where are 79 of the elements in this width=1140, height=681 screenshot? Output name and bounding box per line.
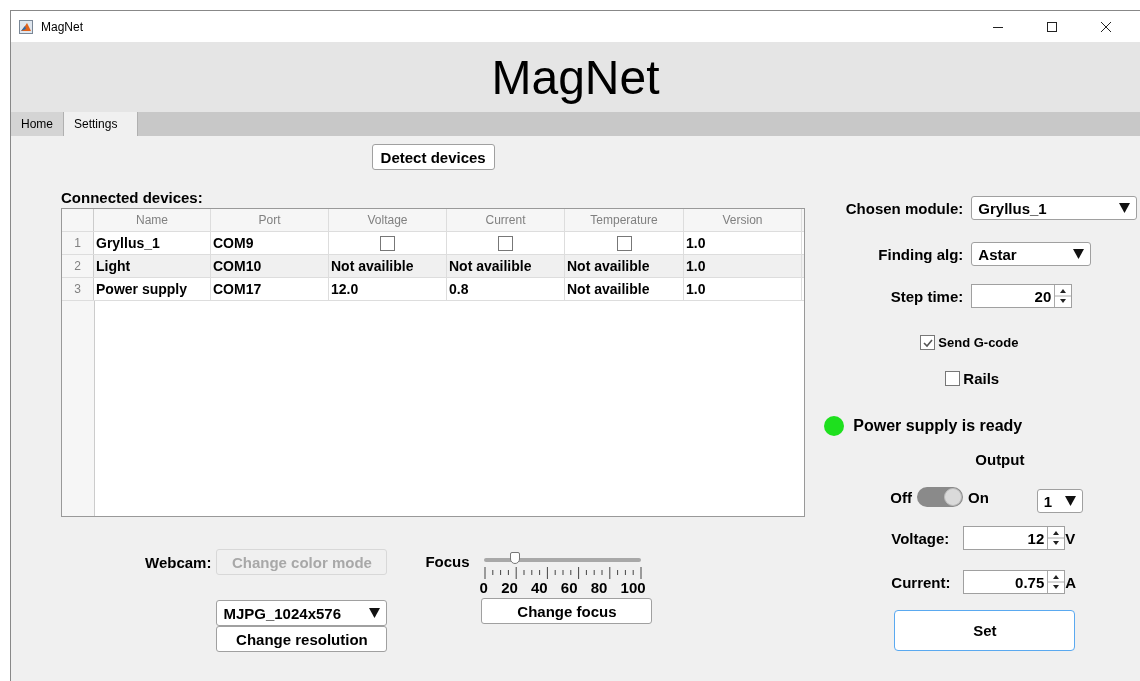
table-label: Connected devices: bbox=[61, 189, 204, 206]
channel-dropdown[interactable]: 1 bbox=[1036, 489, 1083, 513]
change-focus-button[interactable]: Change focus bbox=[481, 598, 653, 624]
spinner-arrows-icon[interactable] bbox=[1047, 527, 1065, 549]
row-number: 1 bbox=[62, 232, 94, 254]
table-cell: COM17 bbox=[211, 278, 329, 300]
tab[interactable]: Home bbox=[11, 112, 64, 136]
off-label: Off bbox=[890, 488, 912, 506]
tick-label: 20 bbox=[501, 579, 518, 596]
caret-icon bbox=[369, 608, 381, 618]
resolution-dropdown[interactable]: MJPG_1024x576 bbox=[216, 600, 388, 626]
spinner-arrows-icon[interactable] bbox=[1054, 285, 1072, 307]
caret-icon bbox=[1073, 249, 1085, 259]
table-cell: 1.0 bbox=[684, 232, 802, 254]
table-cell: Power supply bbox=[94, 278, 211, 300]
close-icon[interactable] bbox=[1100, 20, 1112, 33]
caret-icon bbox=[1064, 496, 1076, 506]
rails-label: Rails bbox=[963, 370, 1000, 387]
app-icon bbox=[19, 19, 33, 34]
tick-label: 100 bbox=[620, 579, 646, 596]
current-spinner[interactable]: 0.75 bbox=[963, 570, 1066, 594]
webcam-label: Webcam: bbox=[145, 553, 212, 571]
column-header: Voltage bbox=[329, 209, 447, 231]
send-gcode-label: Send G-code bbox=[938, 335, 1019, 350]
tab[interactable]: Settings bbox=[64, 112, 139, 136]
focus-label: Focus bbox=[425, 553, 470, 570]
column-header: Port bbox=[211, 209, 329, 231]
table-cell: Not availible bbox=[329, 255, 447, 277]
table-cell: 1.0 bbox=[684, 255, 802, 277]
column-header: Current bbox=[447, 209, 565, 231]
current-label: Current: bbox=[891, 573, 952, 591]
tick-label: 80 bbox=[590, 579, 608, 596]
finding-alg-label: Finding alg: bbox=[877, 245, 964, 263]
table-cell: Not availible bbox=[565, 278, 684, 300]
checkbox[interactable] bbox=[945, 371, 961, 386]
table-cell: 12.0 bbox=[329, 278, 447, 300]
spinner-arrows-icon[interactable] bbox=[1047, 571, 1065, 593]
module-dropdown[interactable]: Gryllus_1 bbox=[971, 196, 1138, 220]
output-switch[interactable] bbox=[916, 487, 963, 507]
voltage-spinner[interactable]: 12 bbox=[963, 526, 1066, 550]
column-header: Temperature bbox=[565, 209, 684, 231]
output-label: Output bbox=[975, 451, 1026, 468]
table-cell: Gryllus_1 bbox=[94, 232, 211, 254]
checkbox[interactable] bbox=[498, 235, 513, 251]
table-cell: Light bbox=[94, 255, 211, 277]
table-cell: COM10 bbox=[211, 255, 329, 277]
app-title: MagNet bbox=[491, 49, 660, 105]
slider-thumb[interactable] bbox=[510, 552, 520, 564]
table-cell: 1.0 bbox=[684, 278, 802, 300]
change-resolution-button[interactable]: Change resolution bbox=[216, 626, 388, 652]
tick-label: 0 bbox=[479, 579, 488, 596]
tick-label: 60 bbox=[560, 579, 578, 596]
table-cell: Not availible bbox=[565, 255, 684, 277]
table-cell: 0.8 bbox=[447, 278, 565, 300]
voltage-label: Voltage: bbox=[891, 529, 951, 547]
caret-icon bbox=[1119, 203, 1131, 213]
tick-label: 40 bbox=[531, 579, 548, 596]
table-cell: Not availible bbox=[447, 255, 565, 277]
maximize-icon[interactable] bbox=[1046, 20, 1058, 33]
column-header: Name bbox=[94, 209, 211, 231]
table-cell: COM9 bbox=[211, 232, 329, 254]
set-button[interactable]: Set bbox=[894, 610, 1076, 651]
detect-devices-button[interactable]: Detect devices bbox=[371, 144, 495, 170]
window-title: MagNet bbox=[41, 19, 84, 34]
checkbox[interactable] bbox=[920, 335, 936, 350]
status-text: Power supply is ready bbox=[853, 417, 1023, 435]
column-header: Version bbox=[684, 209, 802, 231]
chosen-module-label: Chosen module: bbox=[844, 199, 964, 217]
checkbox[interactable] bbox=[380, 235, 395, 251]
on-label: On bbox=[967, 488, 989, 506]
algorithm-dropdown[interactable]: Astar bbox=[971, 242, 1092, 266]
unit-label: A bbox=[1065, 573, 1077, 591]
focus-slider[interactable] bbox=[483, 551, 641, 565]
step-time-spinner[interactable]: 20 bbox=[971, 284, 1073, 308]
unit-label: V bbox=[1065, 529, 1076, 547]
row-number: 3 bbox=[62, 278, 94, 300]
step-time-label: Step time: bbox=[889, 287, 964, 305]
checkbox[interactable] bbox=[616, 235, 632, 251]
row-number: 2 bbox=[62, 255, 94, 277]
